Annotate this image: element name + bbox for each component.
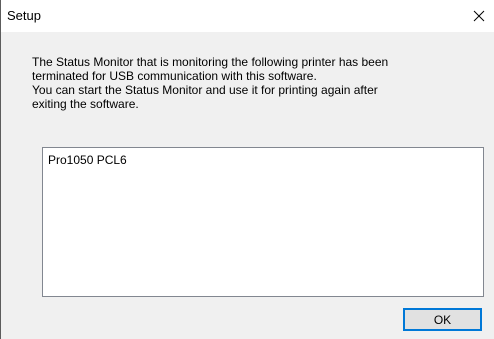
- printer-list[interactable]: Pro1050 PCL6: [42, 147, 484, 297]
- list-item[interactable]: Pro1050 PCL6: [48, 153, 127, 167]
- close-icon: [473, 10, 485, 22]
- status-message: The Status Monitor that is monitoring th…: [32, 55, 389, 111]
- window-title: Setup: [7, 8, 41, 23]
- close-button[interactable]: [464, 0, 494, 32]
- ok-button[interactable]: OK: [403, 308, 482, 331]
- setup-dialog: Setup The Status Monitor that is monitor…: [0, 0, 494, 339]
- dialog-body: The Status Monitor that is monitoring th…: [0, 32, 494, 339]
- title-bar[interactable]: Setup: [0, 0, 494, 32]
